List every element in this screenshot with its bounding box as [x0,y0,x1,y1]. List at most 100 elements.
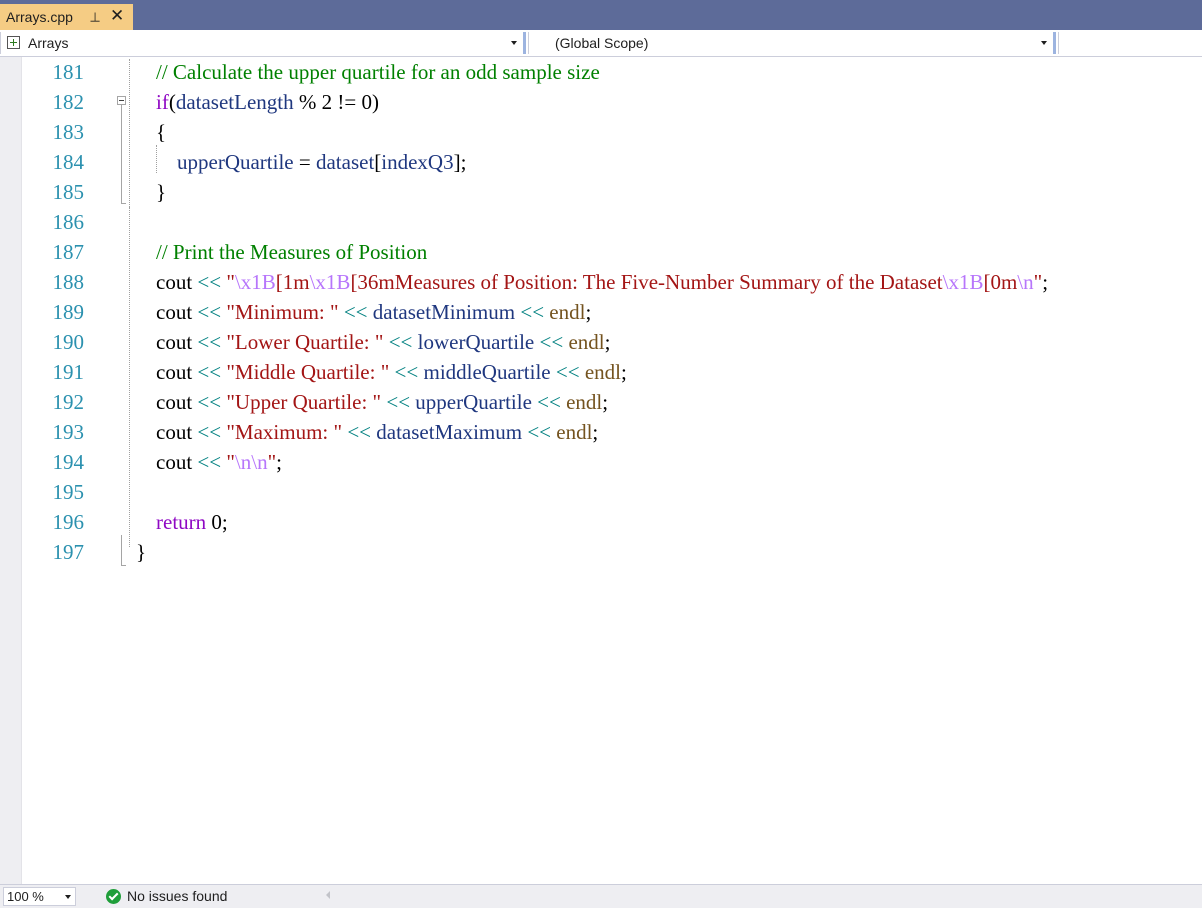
editor-status-bar: 100 % No issues found [0,884,1202,908]
code-line[interactable]: cout << "\x1B[1m\x1B[36mMeasures of Posi… [156,267,1048,297]
code-token: datasetMaximum [376,420,523,444]
code-line[interactable]: upperQuartile = dataset[indexQ3]; [156,147,466,177]
tab-arrays-cpp[interactable]: Arrays.cpp ⊣ ✕ [0,4,133,30]
indicator-margin [0,57,22,886]
code-line[interactable]: cout << "Middle Quartile: " << middleQua… [156,357,627,387]
line-number: 196 [52,510,85,534]
navigation-bar: Arrays (Global Scope) [0,30,1202,57]
code-line[interactable]: // Print the Measures of Position [156,237,427,267]
line-number: 194 [52,450,85,474]
code-token: ; [585,300,592,324]
code-token: 0; [206,510,228,534]
code-token: upperQuartile [177,150,294,174]
line-number: 192 [52,390,85,414]
code-token: << [197,420,222,444]
scroll-left-icon[interactable] [326,891,330,899]
code-token: \x1B [309,270,351,294]
code-token: endl [584,360,621,384]
code-token: endl [549,300,586,324]
code-token: \x1B [942,270,984,294]
member-dropdown[interactable] [1058,32,1202,54]
project-dropdown[interactable]: Arrays [0,32,526,54]
code-token: = [293,150,316,174]
line-number: 186 [52,210,85,234]
code-token: endl [566,390,603,414]
code-token: << [197,300,222,324]
zoom-dropdown[interactable]: 100 % [3,887,76,906]
code-token: ]; [453,150,467,174]
code-token: % 2 != 0) [293,90,379,114]
code-token: "Maximum: " [226,420,343,444]
close-icon[interactable]: ✕ [110,6,124,26]
code-token: endl [568,330,605,354]
scope-dropdown[interactable]: (Global Scope) [528,32,1056,54]
code-line[interactable]: cout << "Maximum: " << datasetMaximum <<… [156,417,598,447]
project-icon [7,36,20,49]
code-line[interactable]: } [136,537,146,567]
chevron-down-icon [1041,41,1047,45]
code-token: ; [276,450,283,474]
code-token: } [136,540,147,564]
code-token: "Upper Quartile: " [226,390,382,414]
code-token: << [343,300,368,324]
code-editor[interactable]: 181 182 183 184 185 186 187 188 189 190 191 192 193 1… [0,57,1202,886]
code-token: cout [156,420,198,444]
line-number: 181 [52,60,85,84]
code-line[interactable]: } [156,177,166,207]
code-token: ( [168,90,176,114]
code-token: << [388,330,413,354]
code-token: middleQuartile [423,360,551,384]
line-number: 189 [52,300,85,324]
code-line[interactable]: return 0; [156,507,228,537]
code-token: " [226,270,235,294]
code-line[interactable]: cout << "Upper Quartile: " << upperQuart… [156,387,608,417]
code-token: << [386,390,411,414]
zoom-level: 100 % [7,889,44,904]
code-token: ; [604,330,611,354]
code-line[interactable]: // Calculate the upper quartile for an o… [156,57,600,87]
code-token: cout [156,390,198,414]
code-token: << [394,360,419,384]
code-token: << [197,270,222,294]
collapse-toggle-icon[interactable] [117,96,126,105]
code-token: // Calculate the upper quartile for an o… [156,60,600,84]
code-token: datasetLength [175,90,294,114]
code-token: [0m [983,270,1018,294]
code-token: "Lower Quartile: " [226,330,384,354]
chevron-down-icon [511,41,517,45]
code-token: cout [156,270,198,294]
code-token: << [527,420,552,444]
line-number: 190 [52,330,85,354]
project-label: Arrays [28,35,69,51]
code-token: cout [156,360,198,384]
code-line[interactable]: if(datasetLength % 2 != 0) [156,87,379,117]
line-number: 195 [52,480,85,504]
code-token: // Print the Measures of Position [156,240,428,264]
code-token: << [197,450,222,474]
code-token: " [226,450,235,474]
issues-status[interactable]: No issues found [127,888,227,904]
pin-icon[interactable]: ⊣ [87,11,103,22]
code-token: " [1033,270,1043,294]
code-token: "Minimum: " [226,300,339,324]
line-number: 187 [52,240,85,264]
line-number: 183 [52,120,85,144]
code-token: upperQuartile [415,390,532,414]
code-line[interactable]: cout << "\n\n"; [156,447,282,477]
code-token: << [555,360,580,384]
code-token: datasetMinimum [372,300,516,324]
code-token: << [197,360,222,384]
line-number: 191 [52,360,85,384]
line-number: 197 [52,540,85,564]
code-token: << [520,300,545,324]
document-tab-strip: Arrays.cpp ⊣ ✕ [0,0,1202,30]
code-line[interactable]: cout << "Lower Quartile: " << lowerQuart… [156,327,610,357]
code-token: { [156,120,167,144]
tab-title: Arrays.cpp [6,9,73,25]
code-line[interactable]: { [156,117,166,147]
code-token: lowerQuartile [417,330,535,354]
code-token: \n [1017,270,1034,294]
outline-bracket-end [121,565,126,566]
code-line[interactable]: cout << "Minimum: " << datasetMinimum <<… [156,297,591,327]
